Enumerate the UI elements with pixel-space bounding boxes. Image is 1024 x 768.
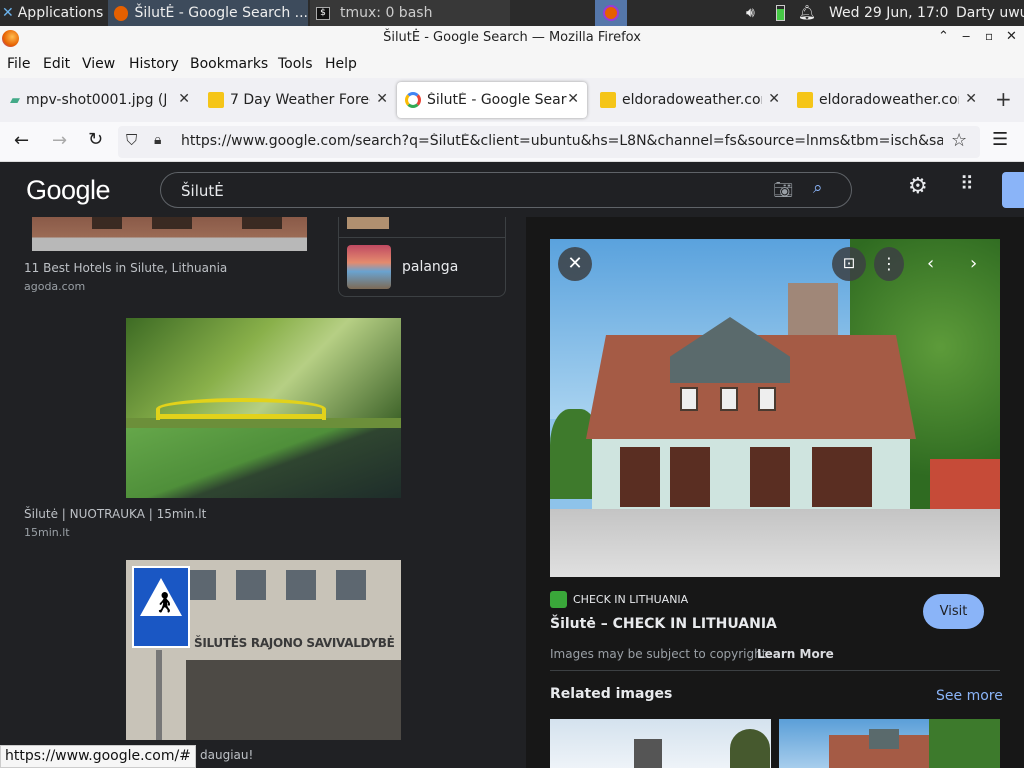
weather-sun-icon <box>797 92 813 108</box>
menu-edit[interactable]: Edit <box>43 56 70 72</box>
tab-google-search[interactable]: ŠilutĖ - Google Search ✕ <box>397 82 587 118</box>
user-menu[interactable]: Darty uwu <box>956 0 1024 26</box>
volume-icon[interactable]: 🔊︎ <box>746 0 764 26</box>
close-tab-icon[interactable]: ✕ <box>567 91 579 107</box>
settings-gear-icon[interactable]: ⚙ <box>908 174 928 199</box>
pedestrian-crossing-sign: 🚶︎ <box>132 566 190 648</box>
menu-tools[interactable]: Tools <box>278 56 313 72</box>
maximize-button[interactable]: ▫ <box>985 29 993 43</box>
next-image-icon[interactable]: › <box>970 253 977 274</box>
sign-in-button[interactable] <box>1002 172 1024 208</box>
firefox-icon <box>603 5 619 21</box>
camera-icon[interactable]: 📷︎ <box>773 180 793 199</box>
image-preview-panel: ✕ ⊡ ⋮ ‹ › CHECK IN LITHUANIA Šilutė – CH… <box>526 217 1024 768</box>
copyright-notice: Images may be subject to copyright. <box>550 647 771 661</box>
close-tab-icon[interactable]: ✕ <box>376 91 388 107</box>
result-image-hotel[interactable] <box>32 217 307 251</box>
firefox-icon <box>114 5 129 21</box>
related-image-thumbnail[interactable] <box>550 719 771 768</box>
tab-eldoradoweather-1[interactable]: eldoradoweather.com ✕ <box>592 82 788 118</box>
site-name[interactable]: CHECK IN LITHUANIA <box>573 593 688 606</box>
google-logo[interactable]: Google <box>26 175 111 206</box>
municipality-sign-text: ŠILUTĖS RAJONO SAVIVALDYBĖ <box>194 636 395 650</box>
result-image-municipality[interactable]: ŠILUTĖS RAJONO SAVIVALDYBĖ 🚶︎ <box>126 560 401 740</box>
result-source[interactable]: 15min.lt <box>24 526 70 539</box>
battery-icon[interactable] <box>776 0 788 26</box>
menu-bookmarks[interactable]: Bookmarks <box>190 56 268 72</box>
menu-history[interactable]: History <box>129 56 179 72</box>
shield-icon[interactable]: ⛉ <box>126 131 137 149</box>
result-caption[interactable]: 11 Best Hotels in Silute, Lithuania <box>24 261 227 275</box>
site-favicon <box>550 591 567 608</box>
result-source[interactable]: agoda.com <box>24 280 85 293</box>
tab-eldoradoweather-2[interactable]: eldoradoweather.com ✕ <box>789 82 985 118</box>
xfce-icon: ✕ <box>2 5 14 21</box>
tab-weather-forecast[interactable]: 7 Day Weather Forecast ✕ <box>200 82 396 118</box>
workspace-firefox-button[interactable] <box>595 0 627 26</box>
tab-mpv-shot[interactable]: ▰ mpv-shot0001.jpg (JPEG Image) ✕ <box>2 82 198 118</box>
result-caption[interactable]: Šilutė | NUOTRAUKA | 15min.lt <box>24 507 206 521</box>
lock-icon[interactable]: 🔒︎ <box>154 132 161 148</box>
notification-bell-icon[interactable]: 🔔︎ <box>798 0 814 26</box>
url-bar[interactable]: ⛉ 🔒︎ https://www.google.com/search?q=Šil… <box>118 126 980 158</box>
clock[interactable]: Wed 29 Jun, 17:04 <box>829 0 949 26</box>
result-image-bridge[interactable] <box>126 318 401 498</box>
palanga-thumbnail <box>347 245 391 289</box>
more-options-icon[interactable]: ⋮ <box>874 247 904 281</box>
close-tab-icon[interactable]: ✕ <box>965 91 977 107</box>
related-searches-card: palanga <box>338 217 506 297</box>
related-image-thumbnail[interactable] <box>779 719 1000 768</box>
learn-more-link[interactable]: Learn More <box>757 647 834 661</box>
weather-sun-icon <box>600 92 616 108</box>
preview-image[interactable] <box>550 239 1000 577</box>
close-tab-icon[interactable]: ✕ <box>768 91 780 107</box>
desktop-taskbar: ✕ Applications ⋮ ŠilutĖ - Google Search … <box>0 0 1024 26</box>
close-window-button[interactable]: ✕ <box>1006 29 1017 44</box>
bookmark-star-icon[interactable]: ☆ <box>951 130 967 151</box>
divider <box>550 670 1000 671</box>
terminal-icon: $ <box>316 6 330 20</box>
previous-image-icon[interactable]: ‹ <box>927 253 934 274</box>
related-images-heading: Related images <box>550 686 673 702</box>
weather-sun-icon <box>208 92 224 108</box>
lens-search-icon[interactable]: ⊡ <box>832 247 866 281</box>
forward-arrow-icon[interactable]: → <box>52 130 67 151</box>
see-more-link[interactable]: See more <box>936 688 1003 704</box>
task-terminal[interactable]: $ tmux: 0 bash <box>310 0 510 26</box>
status-bar-link: https://www.google.com/# <box>0 745 196 768</box>
url-text[interactable]: https://www.google.com/search?q=ŠilutĖ&c… <box>181 133 943 149</box>
window-title: ŠilutĖ - Google Search — Mozilla Firefox <box>383 30 641 45</box>
reload-icon[interactable]: ↻ <box>88 129 103 150</box>
search-icon[interactable]: ⌕ <box>813 178 823 198</box>
menu-help[interactable]: Help <box>325 56 357 72</box>
close-tab-icon[interactable]: ✕ <box>178 91 190 107</box>
navigation-toolbar: ← → ↻ ⛉ 🔒︎ https://www.google.com/search… <box>0 122 1024 162</box>
menubar: File Edit View History Bookmarks Tools H… <box>0 51 1024 78</box>
result-caption[interactable]: daugiau! <box>200 748 253 762</box>
google-header: Google ŠilutĖ 📷︎ ⌕ ⚙ ⠿ <box>0 163 1024 217</box>
menu-file[interactable]: File <box>7 56 30 72</box>
apps-grid-icon[interactable]: ⠿ <box>960 173 974 195</box>
menu-view[interactable]: View <box>82 56 115 72</box>
visit-button[interactable]: Visit <box>923 594 984 629</box>
minimize-icon[interactable]: ⌃ <box>938 29 949 44</box>
image-file-icon: ▰ <box>10 92 20 108</box>
preview-title[interactable]: Šilutė – CHECK IN LITHUANIA <box>550 616 777 632</box>
google-g-icon <box>405 92 421 108</box>
task-firefox[interactable]: ŠilutĖ - Google Search ... <box>108 0 308 26</box>
search-box[interactable]: ŠilutĖ 📷︎ ⌕ <box>160 172 852 208</box>
tab-strip: ▰ mpv-shot0001.jpg (JPEG Image) ✕ 7 Day … <box>0 78 1024 122</box>
related-chip-palanga[interactable]: palanga <box>339 239 505 295</box>
applications-menu[interactable]: ✕ Applications ⋮ <box>2 0 106 26</box>
back-arrow-icon[interactable]: ← <box>14 130 29 151</box>
search-input[interactable]: ŠilutĖ <box>181 182 224 200</box>
image-results: 11 Best Hotels in Silute, Lithuania agod… <box>0 217 526 768</box>
window-titlebar: ŠilutĖ - Google Search — Mozilla Firefox… <box>0 26 1024 51</box>
hamburger-menu-icon[interactable]: ☰ <box>992 129 1008 150</box>
new-tab-icon[interactable]: + <box>995 87 1012 111</box>
close-preview-button[interactable]: ✕ <box>558 247 592 281</box>
minimize-button[interactable]: ‒ <box>962 29 970 44</box>
